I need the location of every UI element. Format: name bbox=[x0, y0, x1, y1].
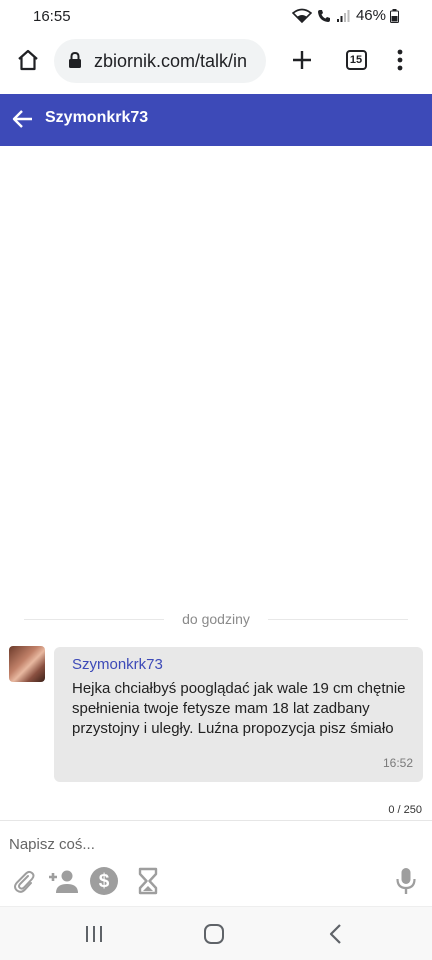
recent-apps-icon bbox=[86, 926, 102, 942]
status-bar: 16:55 46% bbox=[0, 0, 432, 32]
attach-button[interactable] bbox=[9, 866, 39, 896]
tip-button[interactable]: $ bbox=[89, 866, 119, 896]
message-sender[interactable]: Szymonkrk73 bbox=[72, 656, 163, 673]
avatar[interactable] bbox=[9, 646, 45, 682]
battery-icon bbox=[390, 8, 399, 23]
more-vertical-icon bbox=[397, 49, 403, 71]
back-icon bbox=[329, 924, 341, 944]
wifi-icon bbox=[291, 8, 312, 24]
system-back-button[interactable] bbox=[322, 921, 350, 947]
lock-icon bbox=[68, 51, 82, 74]
status-time: 16:55 bbox=[33, 8, 71, 25]
call-icon bbox=[316, 8, 332, 24]
svg-text:$: $ bbox=[99, 871, 110, 892]
mic-icon bbox=[396, 868, 416, 894]
battery-percentage: 46% bbox=[355, 7, 386, 24]
voice-button[interactable] bbox=[391, 866, 421, 896]
char-counter: 0 / 250 bbox=[388, 804, 422, 816]
tab-count: 15 bbox=[345, 50, 367, 70]
chat-title: Szymonkrk73 bbox=[45, 109, 149, 126]
add-person-button[interactable] bbox=[45, 866, 79, 896]
message-bubble: Szymonkrk73 Hejka chciałbyś pooglądać ja… bbox=[54, 647, 423, 782]
chat-header: Szymonkrk73 bbox=[0, 94, 432, 146]
arrow-left-icon bbox=[12, 110, 32, 128]
recent-apps-button[interactable] bbox=[80, 921, 108, 947]
message-text: Hejka chciałbyś pooglądać jak wale 19 cm… bbox=[72, 680, 406, 737]
timer-button[interactable] bbox=[133, 866, 163, 896]
home-icon bbox=[18, 49, 38, 71]
message-input[interactable] bbox=[0, 829, 432, 859]
divider-line bbox=[268, 619, 408, 620]
back-button[interactable] bbox=[8, 104, 38, 134]
add-person-icon bbox=[49, 870, 78, 893]
signal-icon bbox=[336, 9, 350, 23]
home-icon bbox=[204, 924, 224, 944]
browser-home-button[interactable] bbox=[10, 42, 46, 78]
system-home-button[interactable] bbox=[200, 921, 228, 947]
browser-menu-button[interactable] bbox=[384, 42, 416, 78]
hourglass-icon bbox=[138, 867, 158, 895]
attach-icon bbox=[14, 870, 35, 893]
url-text: zbiornik.com/talk/in bbox=[94, 51, 248, 71]
address-bar[interactable]: zbiornik.com/talk/in bbox=[54, 39, 266, 83]
message-time: 16:52 bbox=[382, 756, 413, 770]
dollar-icon: $ bbox=[90, 867, 118, 895]
message-composer: $ bbox=[0, 820, 432, 906]
new-tab-button[interactable] bbox=[284, 42, 320, 78]
status-icons: 46% bbox=[291, 7, 399, 24]
plus-icon bbox=[293, 51, 311, 69]
system-navigation-bar bbox=[0, 906, 432, 960]
date-divider: do godziny bbox=[24, 611, 408, 627]
chat-messages[interactable]: do godziny Szymonkrk73 Hejka chciałbyś p… bbox=[0, 146, 432, 802]
tabs-button[interactable]: 15 bbox=[338, 42, 374, 78]
browser-toolbar: zbiornik.com/talk/in 15 bbox=[0, 32, 432, 94]
